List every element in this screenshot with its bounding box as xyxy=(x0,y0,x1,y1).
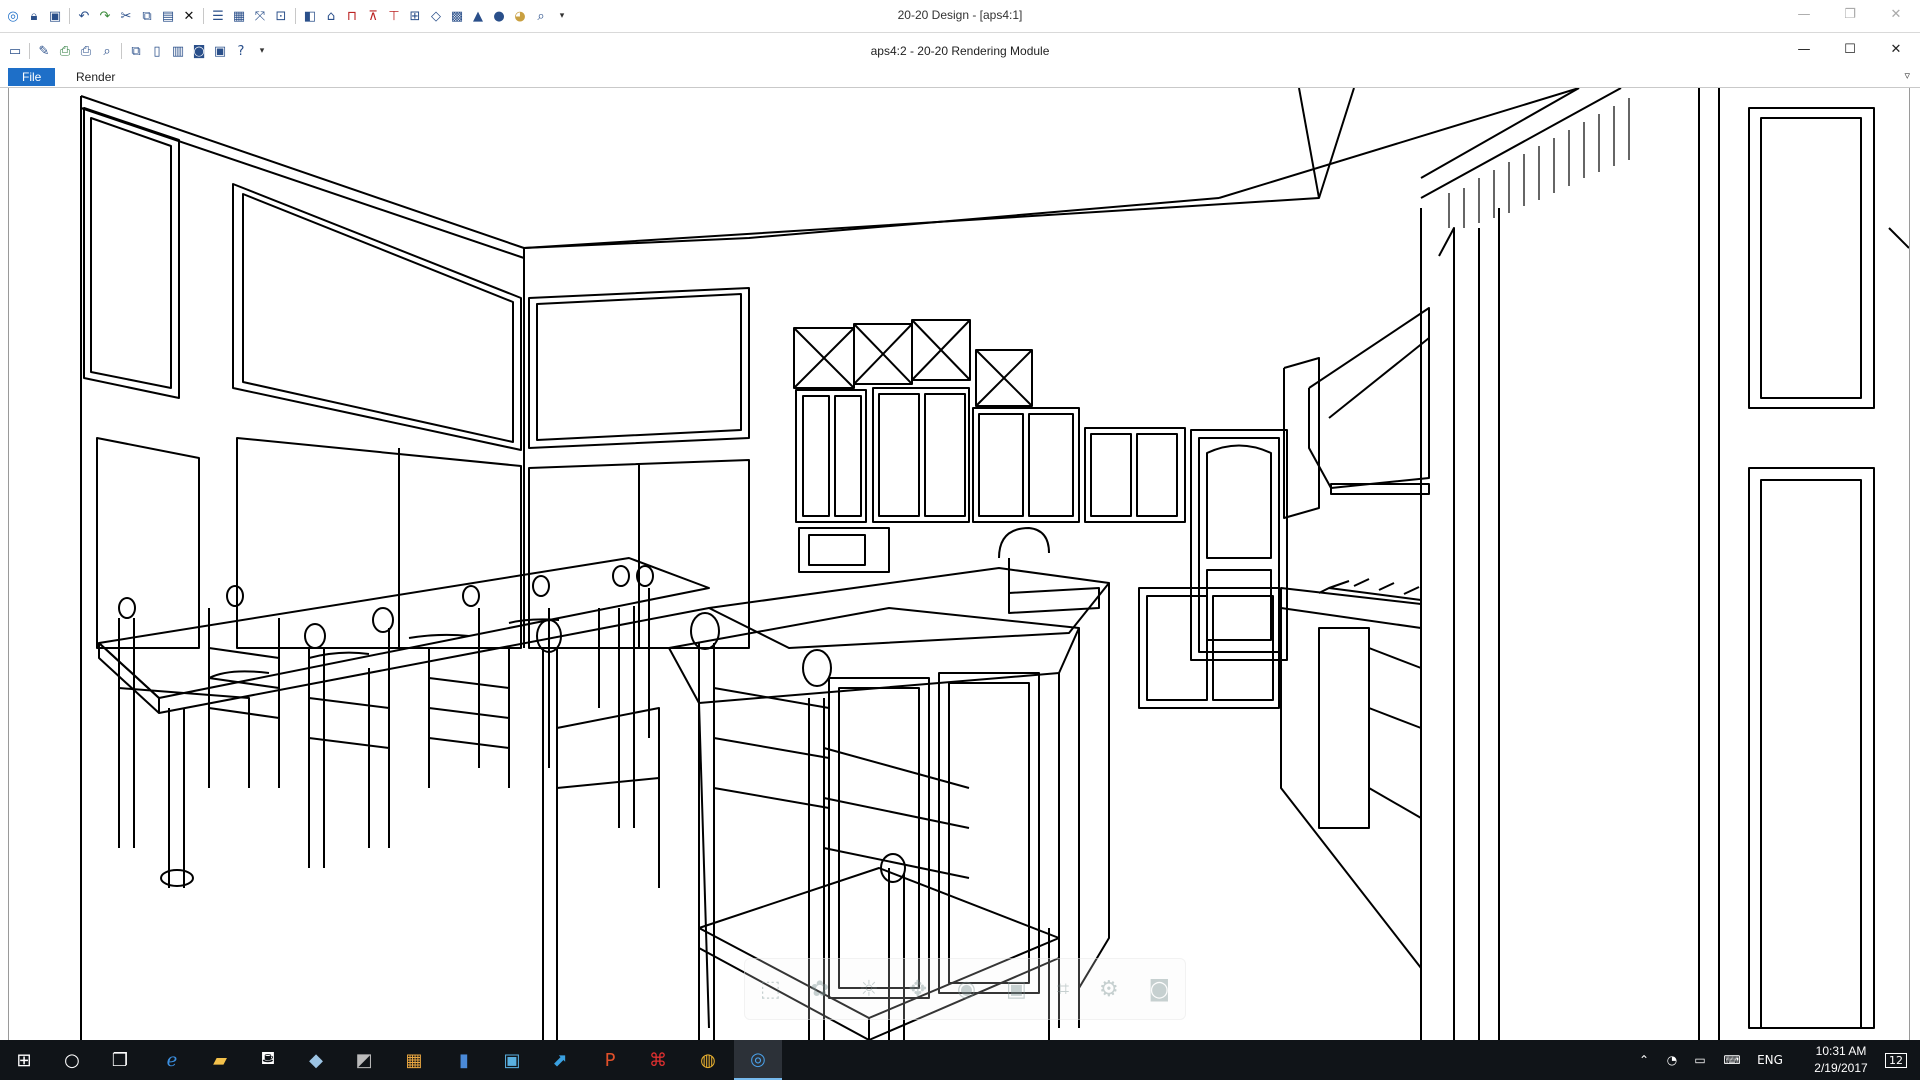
frame-icon[interactable]: ▣ xyxy=(1006,977,1027,1002)
color-icon[interactable]: ✿ xyxy=(811,977,829,1002)
start-icon[interactable]: ⊞ xyxy=(0,1040,48,1080)
clock-date: 2/19/2017 xyxy=(1814,1061,1868,1075)
inner-close-button[interactable]: ✕ xyxy=(1876,39,1916,61)
orbit-icon[interactable]: ◉ xyxy=(957,977,976,1002)
select-icon[interactable]: ⬚ xyxy=(760,977,781,1002)
edge-icon[interactable]: ℯ xyxy=(148,1040,196,1080)
file-explorer-icon[interactable]: ▰ xyxy=(196,1040,244,1080)
outer-minimize-button[interactable]: — xyxy=(1784,4,1824,26)
app-icon-3[interactable]: ▦ xyxy=(390,1040,438,1080)
task-view-icon[interactable]: ❐ xyxy=(96,1040,144,1080)
clock-time: 10:31 AM xyxy=(1815,1044,1867,1058)
inner-title-bar: ▭ ✎ ⎙ ⎙ ⌕ ⧉ ▯ ▥ ◙ ▣ ? ▾ aps4:2 - 20-20 R… xyxy=(0,33,1920,68)
action-center-icon[interactable]: 12 xyxy=(1872,1040,1920,1080)
app-icon-1[interactable]: ◆ xyxy=(292,1040,340,1080)
network-icon[interactable]: ◔ xyxy=(1658,1053,1686,1067)
windows-taskbar: ⊞ ○ ❐ ℯ ▰ ⛾ ◆ ◩ ▦ ▮ ▣ ⬈ P ⌘ ◍ ◎ ⌃ ◔ ▭ ⌨ … xyxy=(0,1040,1920,1080)
upper-cabinets xyxy=(793,319,1186,573)
chrome-icon[interactable]: ◍ xyxy=(684,1040,732,1080)
clock[interactable]: 10:31 AM 2/19/2017 xyxy=(1806,1043,1876,1077)
right-wall xyxy=(1420,88,1909,1040)
outer-close-button[interactable]: ✕ xyxy=(1876,4,1916,26)
keyboard-icon[interactable]: ⌨ xyxy=(1714,1053,1750,1067)
system-tray: ⌃ ◔ ▭ ⌨ ENG xyxy=(1630,1040,1790,1080)
20-20-icon[interactable]: ◎ xyxy=(734,1040,782,1080)
outer-title-bar: ◎ 🔒︎ ▣ ↶ ↷ ✂ ⧉ ▤ ✕ ☰ ▦ ⤧ ⊡ ◧ ⌂ ⊓ ⊼ ⊤ ⊞ ◇… xyxy=(0,0,1920,33)
render-floating-toolbar: ⬚ ✿ ☼ ✥ ◉ ▣ ⌗ ⚙ ◙ xyxy=(744,958,1186,1020)
inner-maximize-button[interactable]: ☐ xyxy=(1830,39,1870,61)
language-indicator[interactable]: ENG xyxy=(1750,1053,1790,1067)
kitchen-line-rendering xyxy=(80,88,1909,1040)
app-icon-6[interactable]: ⬈ xyxy=(536,1040,584,1080)
range-hood xyxy=(1283,307,1430,519)
app-icon-2[interactable]: ◩ xyxy=(340,1040,388,1080)
range-and-lower-cabinets xyxy=(1138,578,1422,969)
menu-file[interactable]: File xyxy=(8,68,56,86)
notification-count: 12 xyxy=(1885,1052,1907,1068)
camera-settings-icon[interactable]: ⚙ xyxy=(1099,977,1119,1002)
plan-view-icon[interactable]: ⌗ xyxy=(1057,977,1069,1002)
menu-render[interactable]: Render xyxy=(62,68,129,86)
ribbon-collapse-icon[interactable]: ▿ xyxy=(1904,69,1910,82)
dining-table xyxy=(98,557,710,888)
battery-icon[interactable]: ▭ xyxy=(1686,1053,1714,1067)
menu-bar: File Render ▿ xyxy=(0,67,1920,88)
light-icon[interactable]: ☼ xyxy=(859,977,879,1002)
powerpoint-icon[interactable]: P xyxy=(586,1040,634,1080)
inner-minimize-button[interactable]: — xyxy=(1784,39,1824,61)
store-icon[interactable]: ⛾ xyxy=(244,1040,292,1080)
snapshot-icon[interactable]: ◙ xyxy=(1149,977,1170,1002)
move-icon[interactable]: ✥ xyxy=(909,977,927,1002)
show-hidden-icons-icon[interactable]: ⌃ xyxy=(1630,1053,1658,1067)
outer-window-title: 20-20 Design - [aps4:1] xyxy=(897,8,1023,22)
app-icon-5[interactable]: ▣ xyxy=(488,1040,536,1080)
cortana-icon[interactable]: ○ xyxy=(48,1040,96,1080)
outer-maximize-button[interactable]: ❐ xyxy=(1830,4,1870,26)
app-icon-4[interactable]: ▮ xyxy=(440,1040,488,1080)
acrobat-icon[interactable]: ⌘ xyxy=(634,1040,682,1080)
inner-window-title: aps4:2 - 20-20 Rendering Module xyxy=(870,44,1050,58)
render-viewport[interactable]: ⬚ ✿ ☼ ✥ ◉ ▣ ⌗ ⚙ ◙ xyxy=(8,88,1910,1040)
